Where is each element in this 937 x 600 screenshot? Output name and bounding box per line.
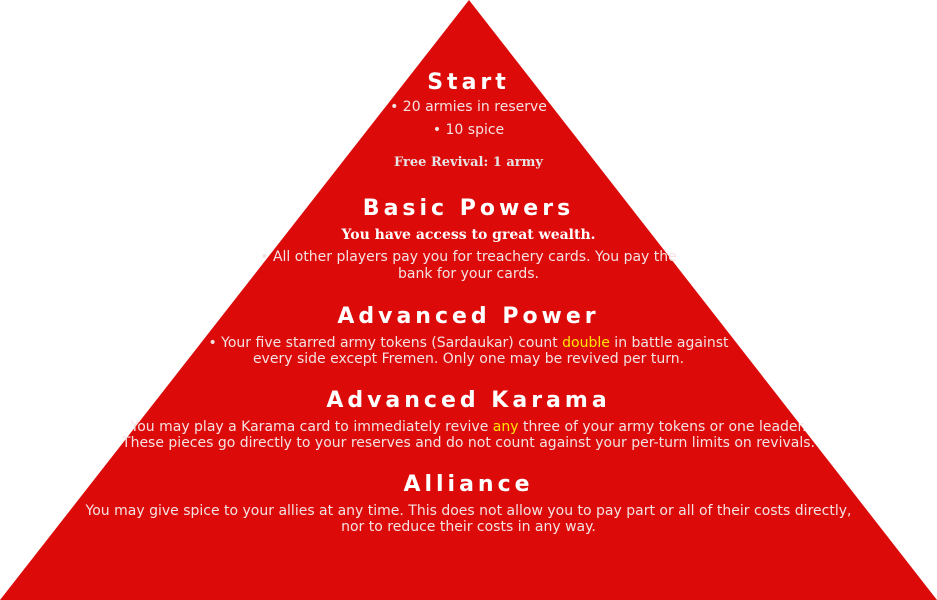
basic-powers-line-1: • All other players pay you for treacher… xyxy=(260,249,677,265)
alliance-heading: Alliance xyxy=(403,472,534,497)
advanced-power-line-1-start: • Your five starred army tokens (Sardauk… xyxy=(208,335,563,351)
basic-powers-subtitle: You have access to great wealth. xyxy=(341,227,596,243)
any-highlight: any xyxy=(492,419,519,435)
alliance-line-2: nor to reduce their costs in any way. xyxy=(341,519,596,535)
advanced-power-line-1: • Your five starred army tokens (Sardauk… xyxy=(0,335,937,351)
advanced-karama-heading: Advanced Karama xyxy=(326,388,611,413)
basic-powers-line-2: bank for your cards. xyxy=(398,266,539,282)
advanced-karama-line-1-end: three of your army tokens or one leader. xyxy=(518,419,807,435)
advanced-power-line-1-end: in battle against xyxy=(609,335,729,351)
start-item-spice: • 10 spice xyxy=(432,122,505,138)
advanced-karama-line-1-start: You may play a Karama card to immediatel… xyxy=(130,419,493,435)
advanced-power-heading: Advanced Power xyxy=(337,304,600,329)
pyramid-content: Start • 20 armies in reserve • 10 spice … xyxy=(0,0,937,600)
advanced-power-line-2: every side except Fremen. Only one may b… xyxy=(252,351,685,367)
start-heading: Start xyxy=(427,70,510,95)
free-revival-label: Free Revival: 1 army xyxy=(394,155,543,170)
basic-powers-heading: Basic Powers xyxy=(362,196,575,221)
double-highlight: double xyxy=(562,335,610,351)
alliance-line-1: You may give spice to your allies at any… xyxy=(85,503,852,519)
advanced-karama-line-1: You may play a Karama card to immediatel… xyxy=(0,419,937,435)
start-item-armies: • 20 armies in reserve xyxy=(390,99,547,115)
advanced-karama-line-2: These pieces go directly to your reserve… xyxy=(122,435,815,451)
